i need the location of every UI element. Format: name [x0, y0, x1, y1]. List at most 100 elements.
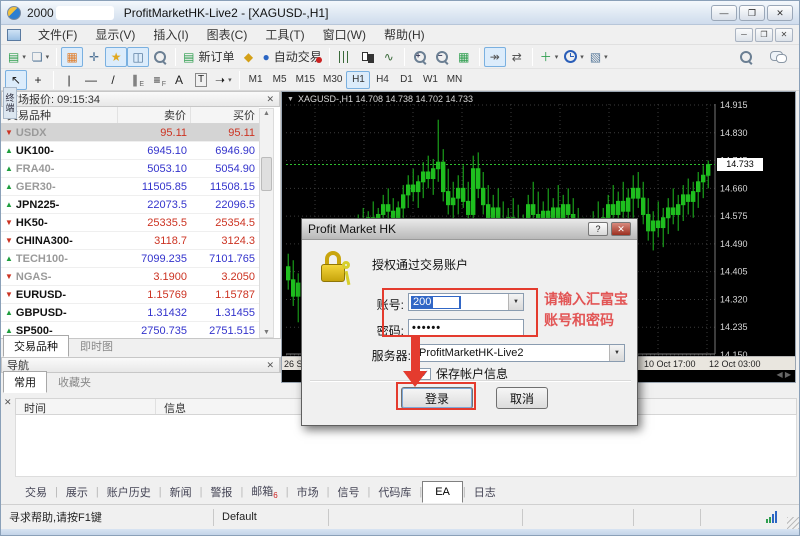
terminal-tab-ea[interactable]: EA [422, 481, 463, 503]
scroll-right-icon[interactable]: ▶ [785, 370, 791, 379]
market-row-usdx[interactable]: ▼USDX95.1195.11 [1, 124, 259, 142]
terminal-tab-news[interactable]: 新闻 [162, 480, 200, 504]
terminal-tab-codebase[interactable]: 代码库 [370, 480, 419, 504]
market-row-jpn225[interactable]: ▲JPN225-22073.522096.5 [1, 196, 259, 214]
terminal-vertical-tab[interactable]: 终端 [3, 87, 17, 119]
chart-window-icon[interactable] [7, 29, 21, 41]
market-watch-tab-tick-chart[interactable]: 即时图 [69, 335, 124, 357]
market-row-hk50[interactable]: ▼HK50-25335.525354.5 [1, 214, 259, 232]
window-minimize-button[interactable]: — [711, 5, 737, 21]
timeframe-h4-button[interactable]: H4 [370, 71, 394, 89]
terminal-tab-exposure[interactable]: 展示 [58, 480, 96, 504]
child-minimize-button[interactable]: ─ [735, 28, 753, 42]
terminal-tab-trade[interactable]: 交易 [17, 480, 55, 504]
fibonacci-button[interactable]: ≡F [146, 70, 168, 90]
market-row-fra40[interactable]: ▲FRA40-5053.105054.90 [1, 160, 259, 178]
server-select[interactable]: ProfitMarketHK-Live2 ▼ [415, 344, 625, 362]
chat-button[interactable] [767, 47, 789, 67]
timeframe-d1-button[interactable]: D1 [394, 71, 418, 89]
crosshair-button[interactable]: + [27, 70, 49, 90]
cancel-button[interactable]: 取消 [496, 387, 548, 409]
horizontal-line-button[interactable]: — [80, 70, 102, 90]
status-profile[interactable]: Default [214, 509, 329, 526]
search-button[interactable] [735, 47, 757, 67]
equidistant-channel-button[interactable]: ∥E [124, 70, 146, 90]
resize-grip[interactable] [787, 517, 799, 529]
one-click-collapse-icon[interactable]: ▼ [287, 96, 294, 103]
dialog-help-button[interactable]: ? [588, 222, 608, 236]
terminal-tab-mailbox[interactable]: 邮箱6 [243, 479, 285, 504]
server-dropdown-icon[interactable]: ▼ [609, 345, 624, 361]
timeframe-m15-button[interactable]: M15 [292, 71, 319, 89]
new-chart-button[interactable]: ▤▾ [5, 47, 29, 67]
vertical-line-button[interactable]: | [58, 70, 80, 90]
text-button[interactable]: A [168, 70, 190, 90]
timeframe-h1-button[interactable]: H1 [346, 71, 370, 89]
arrows-shapes-button[interactable]: ➝▾ [212, 70, 235, 90]
chart-shift-button[interactable]: ⇄ [506, 47, 528, 67]
terminal-toggle-button[interactable]: ◫ [127, 47, 149, 67]
scrollbar-thumb[interactable] [261, 157, 272, 191]
menu-item-charts[interactable]: 图表(C) [198, 24, 257, 45]
scroll-up-icon[interactable]: ▲ [260, 110, 273, 117]
chart-horizontal-scrollbar[interactable]: ◀ ▶ [776, 370, 791, 379]
market-watch-tab-symbols[interactable]: 交易品种 [3, 335, 69, 357]
menu-item-insert[interactable]: 插入(I) [144, 24, 197, 45]
terminal-tab-alerts[interactable]: 警报 [202, 480, 240, 504]
child-restore-button[interactable]: ❐ [755, 28, 773, 42]
market-row-ngas[interactable]: ▼NGAS-3.19003.2050 [1, 268, 259, 286]
new-order-button[interactable]: ▤新订单 [180, 47, 237, 67]
bar-chart-mode-button[interactable] [334, 47, 356, 67]
timeframe-mn-button[interactable]: MN [442, 71, 466, 89]
periods-button[interactable]: ▾ [561, 47, 587, 67]
terminal-tab-signals[interactable]: 信号 [329, 480, 367, 504]
window-close-button[interactable]: ✕ [767, 5, 793, 21]
terminal-close-icon[interactable]: ✕ [4, 397, 12, 408]
menu-item-help[interactable]: 帮助(H) [375, 24, 434, 45]
arrows-shapes-dropdown-icon[interactable]: ▾ [228, 76, 232, 84]
dialog-title-bar[interactable]: Profit Market HK ? ✕ [302, 219, 637, 240]
timeframe-m30-button[interactable]: M30 [319, 71, 346, 89]
profiles-dropdown-icon[interactable]: ▾ [46, 53, 50, 61]
market-watch-close-icon[interactable]: ✕ [266, 94, 274, 105]
templates-button[interactable]: ▧▾ [587, 47, 611, 67]
trendline-button[interactable]: / [102, 70, 124, 90]
market-row-uk100[interactable]: ▲UK100-6945.106946.90 [1, 142, 259, 160]
metaeditor-button[interactable]: ◆ [238, 47, 260, 67]
timeframe-m1-button[interactable]: M1 [244, 71, 268, 89]
auto-scroll-button[interactable]: ↠ [484, 47, 506, 67]
navigator-tab-favorites[interactable]: 收藏夹 [47, 371, 102, 393]
data-window-button[interactable]: ✛ [83, 47, 105, 67]
window-maximize-button[interactable]: ❐ [739, 5, 765, 21]
menu-item-view[interactable]: 显示(V) [86, 24, 144, 45]
candlestick-mode-button[interactable] [356, 47, 378, 67]
menu-item-window[interactable]: 窗口(W) [314, 24, 375, 45]
terminal-tab-market[interactable]: 市场 [289, 480, 327, 504]
templates-dropdown-icon[interactable]: ▾ [604, 53, 608, 61]
market-row-china300[interactable]: ▼CHINA300-3118.73124.3 [1, 232, 259, 250]
child-close-button[interactable]: ✕ [775, 28, 793, 42]
menu-item-file[interactable]: 文件(F) [29, 24, 86, 45]
profiles-button[interactable]: ❏▾ [29, 47, 52, 67]
strategy-tester-button[interactable] [149, 47, 171, 67]
indicators-button[interactable]: ＋▾ [537, 47, 562, 67]
navigator-tab-common[interactable]: 常用 [3, 371, 47, 393]
market-row-ger30[interactable]: ▲GER30-11505.8511508.15 [1, 178, 259, 196]
new-chart-dropdown-icon[interactable]: ▾ [22, 53, 26, 61]
terminal-tab-journal[interactable]: 日志 [466, 480, 504, 504]
scroll-down-icon[interactable]: ▼ [260, 329, 273, 336]
zoom-in-button[interactable]: + [409, 47, 431, 67]
market-row-gbpusd[interactable]: ▲GBPUSD-1.314321.31455 [1, 304, 259, 322]
periods-dropdown-icon[interactable]: ▾ [580, 53, 584, 61]
dialog-close-button[interactable]: ✕ [611, 222, 631, 236]
indicators-dropdown-icon[interactable]: ▾ [555, 53, 559, 61]
market-watch-toggle-button[interactable]: ▦ [61, 47, 83, 67]
tile-windows-button[interactable]: ▦ [453, 47, 475, 67]
menu-item-tools[interactable]: 工具(T) [256, 24, 313, 45]
navigator-close-icon[interactable]: ✕ [266, 360, 274, 371]
navigator-toggle-button[interactable]: ★ [105, 47, 127, 67]
zoom-out-button[interactable]: − [431, 47, 453, 67]
timeframe-m5-button[interactable]: M5 [268, 71, 292, 89]
market-row-eurusd[interactable]: ▼EURUSD-1.157691.15787 [1, 286, 259, 304]
terminal-tab-account-history[interactable]: 账户历史 [99, 480, 159, 504]
